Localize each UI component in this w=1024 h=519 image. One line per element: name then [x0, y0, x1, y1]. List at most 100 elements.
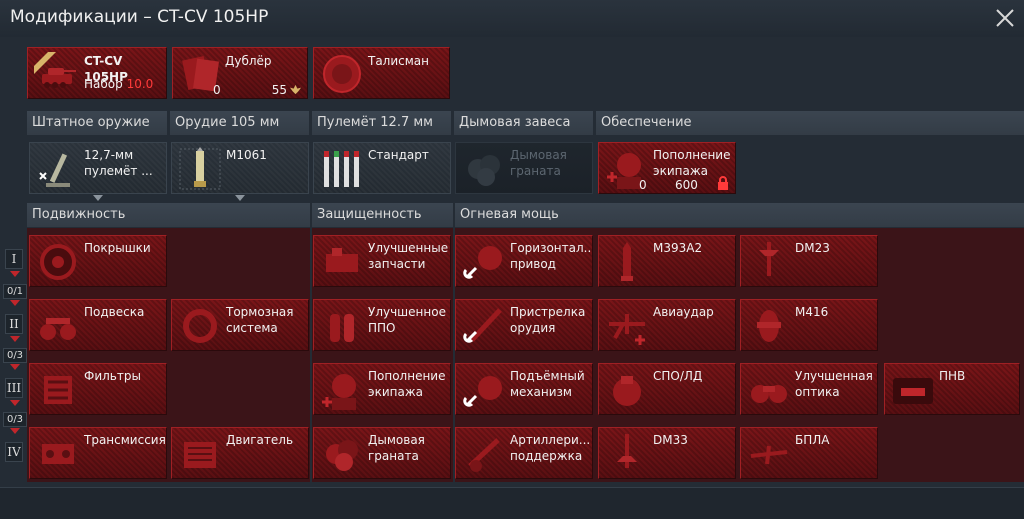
mod-label: Горизонтал... привод — [510, 241, 593, 271]
wrench-gear-icon — [463, 246, 502, 279]
mod-spold[interactable]: СПО/ЛД — [598, 363, 736, 415]
weapon-item-mg[interactable]: 12,7-мм пулемёт ... — [29, 142, 167, 194]
support-item-label: Пополнение экипажа — [653, 148, 731, 178]
mod-airstrike[interactable]: Авиаудар — [598, 299, 736, 351]
artillery-icon — [468, 438, 500, 472]
weapon-item-label: M1061 — [226, 148, 267, 162]
chevron-down-icon[interactable] — [93, 195, 103, 201]
mod-label: DM23 — [795, 241, 830, 255]
support-crew-card[interactable]: Пополнение экипажа 0 600 — [598, 142, 736, 194]
modifications-panel: CT-CV 105HP Набор 10.0 Дублёр 0 55 Талис… — [0, 37, 1024, 487]
mod-uav[interactable]: БПЛА — [740, 427, 878, 479]
mod-fpe[interactable]: Улучшенное ППО — [313, 299, 451, 351]
mod-engine[interactable]: Двигатель — [171, 427, 309, 479]
lock-icon — [718, 176, 728, 190]
tank-icon — [34, 52, 76, 88]
tier-3-count: 0/3 — [3, 412, 27, 427]
suspension-icon — [40, 318, 76, 340]
weapon-item-mg-ammo[interactable]: Стандарт — [313, 142, 451, 194]
mod-dm33[interactable]: DM33 — [598, 427, 736, 479]
weapon-item-label: Стандарт — [368, 148, 429, 162]
weapon-item-label: Дымовая граната — [510, 148, 567, 178]
binoculars-icon — [751, 385, 787, 403]
tier-2-count: 0/3 — [3, 348, 27, 363]
weapon-item-label: 12,7-мм пулемёт ... — [84, 148, 153, 178]
section-label: Подвижность — [32, 207, 126, 222]
mod-brakes[interactable]: Тормозная система — [171, 299, 309, 351]
mod-elevation[interactable]: Подъёмный механизм — [455, 363, 593, 415]
smoke-icon — [468, 155, 500, 186]
tab-support[interactable]: Обеспечение — [596, 111, 1024, 135]
mod-label: DM33 — [653, 433, 688, 447]
talisman-label: Талисман — [368, 54, 430, 68]
mod-label: Пополнение экипажа — [368, 369, 446, 399]
bullets-icon — [324, 151, 359, 187]
mod-horizontal[interactable]: Горизонтал... привод — [455, 235, 593, 287]
backup-card[interactable]: Дублёр 0 55 — [172, 47, 308, 99]
mod-smoke[interactable]: Дымовая граната — [313, 427, 451, 479]
section-mobility: Подвижность — [27, 203, 310, 227]
close-icon[interactable] — [994, 7, 1016, 29]
transmission-icon — [42, 444, 74, 464]
mod-m393a2[interactable]: M393A2 — [598, 235, 736, 287]
crew-icon — [322, 374, 356, 410]
tier-2-label: II — [5, 314, 23, 334]
tier-arrow-icon — [10, 428, 20, 434]
mod-label: Фильтры — [84, 369, 141, 383]
tier-arrow-icon — [10, 336, 20, 342]
mod-label: Авиаудар — [653, 305, 714, 319]
section-firepower: Огневая мощь — [455, 203, 1024, 227]
tier-arrow-icon — [10, 400, 20, 406]
mod-dm23[interactable]: DM23 — [740, 235, 878, 287]
mod-label: Подвеска — [84, 305, 145, 319]
title-bar: Модификации – CT-CV 105HP — [0, 0, 1024, 38]
weapon-item-cannon[interactable]: M1061 — [171, 142, 309, 194]
eagle-icon — [289, 84, 302, 95]
tab-machine-gun[interactable]: Пулемёт 12.7 мм — [312, 111, 451, 135]
mod-tyres[interactable]: Покрышки — [29, 235, 167, 287]
talisman-icon — [323, 55, 361, 93]
talisman-card[interactable]: Талисман — [313, 47, 450, 99]
tab-smoke-screen[interactable]: Дымовая завеса — [454, 111, 593, 135]
filter-icon — [44, 376, 72, 404]
set-label: Набор — [84, 77, 123, 91]
wrench-gear-icon — [463, 376, 502, 407]
mod-m416[interactable]: M416 — [740, 299, 878, 351]
vehicle-card[interactable]: CT-CV 105HP Набор 10.0 — [27, 47, 167, 99]
night-vision-icon — [893, 378, 933, 404]
mod-optics[interactable]: Улучшенная оптика — [740, 363, 878, 415]
smoke-icon — [326, 440, 358, 471]
mod-parts[interactable]: Улучшенные запчасти — [313, 235, 451, 287]
tab-label: Пулемёт 12.7 мм — [317, 115, 433, 130]
tier-4-label: IV — [5, 442, 23, 462]
tab-label: Дымовая завеса — [459, 115, 571, 130]
shell-icon — [617, 434, 637, 468]
tier-arrow-icon — [10, 300, 20, 306]
backup-price: 55 — [271, 83, 287, 97]
brake-icon — [183, 309, 217, 343]
mod-adjust[interactable]: Пристрелка орудия — [455, 299, 593, 351]
tyre-icon — [40, 244, 76, 280]
mod-label: Пристрелка орудия — [510, 305, 586, 335]
mod-crew[interactable]: Пополнение экипажа — [313, 363, 451, 415]
mod-label: БПЛА — [795, 433, 830, 447]
parts-icon — [326, 248, 358, 272]
tier-1-count: 0/1 — [3, 284, 27, 299]
mod-suspension[interactable]: Подвеска — [29, 299, 167, 351]
vehicle-set: Набор 10.0 — [84, 76, 162, 98]
bottom-bar — [0, 487, 1024, 519]
section-protection: Защищенность — [312, 203, 453, 227]
tab-cannon[interactable]: Орудие 105 мм — [170, 111, 309, 135]
tab-standard-weapon[interactable]: Штатное оружие — [27, 111, 167, 135]
chevron-down-icon[interactable] — [235, 195, 245, 201]
tab-label: Орудие 105 мм — [175, 115, 280, 130]
plane-icon — [609, 314, 645, 345]
mod-transmission[interactable]: Трансмиссия — [29, 427, 167, 479]
mod-nv[interactable]: ПНВ — [884, 363, 1020, 415]
tier-3-label: III — [5, 378, 23, 398]
sensor-icon — [613, 376, 641, 406]
mod-filters[interactable]: Фильтры — [29, 363, 167, 415]
mod-label: Улучшенное ППО — [368, 305, 446, 335]
weapon-item-smoke: Дымовая граната — [455, 142, 593, 194]
mod-artillery[interactable]: Артиллери... поддержка — [455, 427, 593, 479]
